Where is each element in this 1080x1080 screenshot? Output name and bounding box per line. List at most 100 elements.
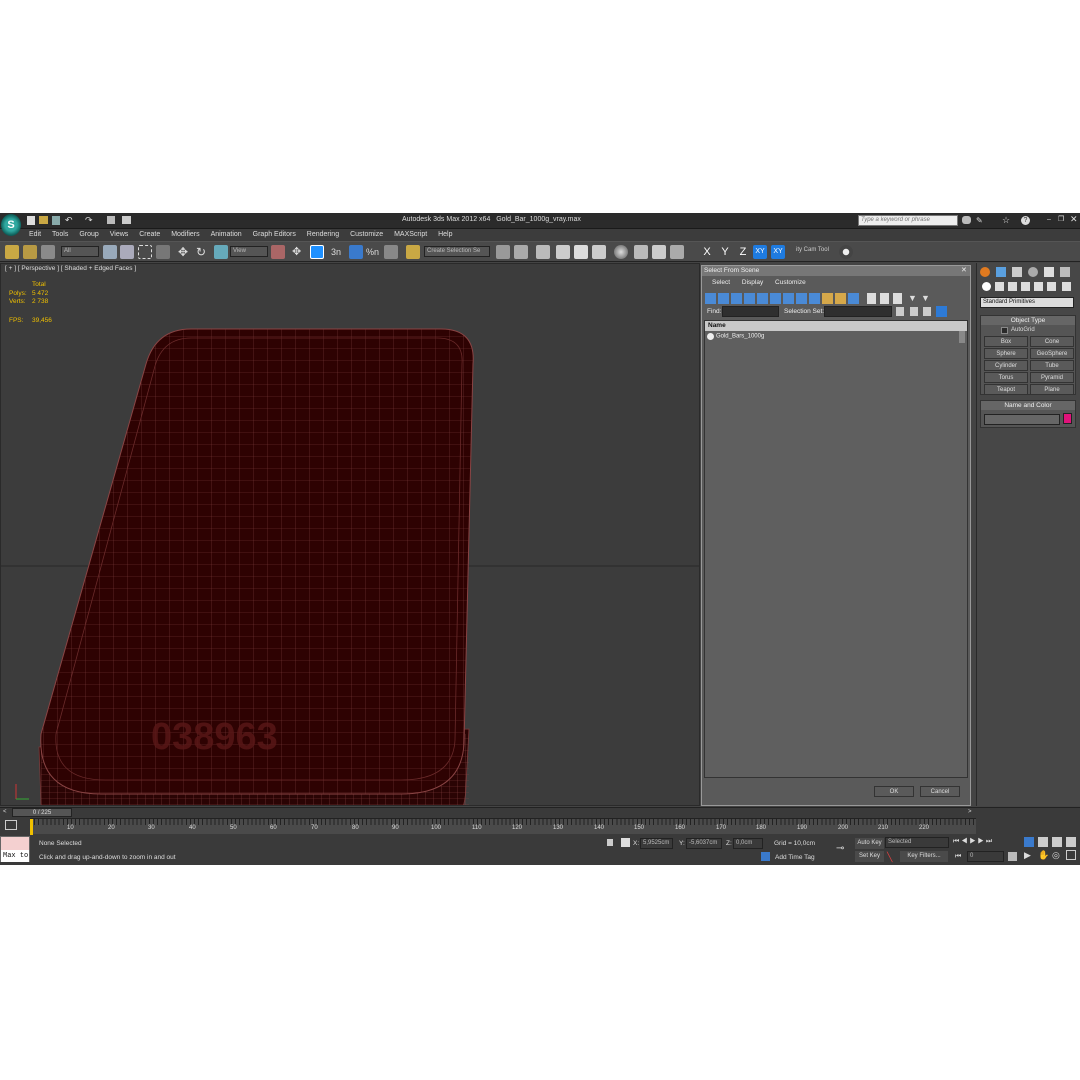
sphere-button[interactable]: Sphere xyxy=(984,348,1028,359)
graphite-ribbon-icon[interactable] xyxy=(556,245,570,259)
object-list[interactable]: Name Gold_Bars_1000g xyxy=(704,320,968,778)
object-color-swatch[interactable] xyxy=(1063,413,1072,424)
menu-maxscript[interactable]: MAXScript xyxy=(394,231,427,238)
binoculars-icon[interactable] xyxy=(962,216,971,224)
named-selection-dropdown[interactable]: Create Selection Se xyxy=(424,246,490,257)
open-file-icon[interactable] xyxy=(39,216,48,224)
display-shapes-icon[interactable] xyxy=(718,293,729,304)
add-time-tag-label[interactable]: Add Time Tag xyxy=(775,854,815,861)
display-bones-icon[interactable] xyxy=(809,293,820,304)
curve-editor-icon[interactable] xyxy=(574,245,588,259)
minimize-icon[interactable]: – xyxy=(1047,216,1051,223)
maxscript-text[interactable]: Max to xyxy=(1,850,29,862)
systems-icon[interactable] xyxy=(1062,282,1071,291)
motion-tab-icon[interactable] xyxy=(1028,267,1038,277)
time-slider-thumb[interactable]: 0 / 225 xyxy=(12,808,72,817)
menu-modifiers[interactable]: Modifiers xyxy=(171,231,199,238)
selection-filter-dropdown[interactable]: All xyxy=(61,246,99,257)
axis-xy-button[interactable]: XY xyxy=(753,245,767,259)
new-file-icon[interactable] xyxy=(27,216,35,225)
utilities-tab-icon[interactable] xyxy=(1060,267,1070,277)
close-icon[interactable]: ✕ xyxy=(1070,214,1078,225)
time-slider[interactable]: < 0 / 225 > xyxy=(0,808,976,818)
menu-edit[interactable]: Edit xyxy=(29,231,41,238)
render-production-icon[interactable] xyxy=(670,245,684,259)
key-filter-icon[interactable]: ╲ xyxy=(887,852,892,863)
workspace-icon[interactable] xyxy=(122,216,131,224)
perspective-viewport[interactable]: [ + ] [ Perspective ] [ Shaded + Edged F… xyxy=(0,263,700,806)
find-input[interactable] xyxy=(722,306,779,317)
teapot-button[interactable]: Teapot xyxy=(984,384,1028,395)
play-icon[interactable]: ▶ xyxy=(969,838,975,845)
add-time-tag-icon[interactable] xyxy=(761,852,770,861)
favorites-icon[interactable]: ☆ xyxy=(1002,215,1010,226)
axis-xy-cycle-button[interactable]: XY xyxy=(771,245,785,259)
geosphere-button[interactable]: GeoSphere xyxy=(1030,348,1074,359)
zoom-extents-all-icon[interactable] xyxy=(1066,837,1076,847)
rectangular-selection-icon[interactable] xyxy=(138,245,152,259)
go-to-start-icon[interactable]: ⏮ xyxy=(955,853,961,861)
display-spacewarps-icon[interactable] xyxy=(770,293,781,304)
display-lights-icon[interactable] xyxy=(731,293,742,304)
pyramid-button[interactable]: Pyramid xyxy=(1030,372,1074,383)
project-folder-icon[interactable] xyxy=(107,216,115,224)
save-file-icon[interactable] xyxy=(52,216,60,225)
go-to-end-icon[interactable]: ⏭ xyxy=(986,838,992,845)
select-link-icon[interactable] xyxy=(5,245,19,259)
mirror-icon[interactable] xyxy=(496,245,510,259)
menu-tools[interactable]: Tools xyxy=(52,231,68,238)
ok-button[interactable]: OK xyxy=(874,786,914,797)
geometry-icon[interactable] xyxy=(982,282,991,291)
keyboard-shortcut-override-icon[interactable] xyxy=(310,245,324,259)
menu-customize[interactable]: Customize xyxy=(350,231,383,238)
select-by-name-icon[interactable] xyxy=(120,245,134,259)
autogrid-checkbox[interactable] xyxy=(1001,327,1008,334)
scale-icon[interactable] xyxy=(214,245,228,259)
display-frozen-icon[interactable] xyxy=(835,293,846,304)
schematic-view-icon[interactable] xyxy=(592,245,606,259)
select-influences-icon[interactable] xyxy=(923,307,931,316)
search-input[interactable]: Type a keyword or phrase xyxy=(858,215,958,226)
dialog-menu-display[interactable]: Display xyxy=(742,279,763,286)
plane-button[interactable]: Plane xyxy=(1030,384,1074,395)
zoom-icon[interactable] xyxy=(1024,837,1034,847)
display-containers-icon[interactable] xyxy=(822,293,833,304)
next-frame-icon[interactable]: ▶ xyxy=(978,838,984,845)
snaps-toggle-icon[interactable]: 3n xyxy=(331,245,345,259)
move-icon[interactable]: ✥ xyxy=(178,245,192,259)
box-button[interactable]: Box xyxy=(984,336,1028,347)
display-geometry-icon[interactable] xyxy=(705,293,716,304)
time-configuration-icon[interactable] xyxy=(1008,852,1017,861)
menu-rendering[interactable]: Rendering xyxy=(307,231,339,238)
modify-tab-icon[interactable] xyxy=(996,267,1006,277)
display-helpers-icon[interactable] xyxy=(757,293,768,304)
display-invert-icon[interactable] xyxy=(893,293,902,304)
list-scrollbar[interactable] xyxy=(959,331,965,343)
hierarchy-tab-icon[interactable] xyxy=(1012,267,1022,277)
cone-button[interactable]: Cone xyxy=(1030,336,1074,347)
spinner-snap-icon[interactable] xyxy=(384,245,398,259)
go-to-start-icon[interactable]: ⏮ xyxy=(953,838,959,845)
list-item[interactable]: Gold_Bars_1000g xyxy=(707,333,764,342)
menu-group[interactable]: Group xyxy=(79,231,98,238)
cam-tool-icon[interactable] xyxy=(839,245,853,259)
z-coordinate-field[interactable]: 0,0cm xyxy=(733,838,763,849)
key-filters-button[interactable]: Key Filters... xyxy=(900,851,948,862)
case-sensitive-icon[interactable] xyxy=(936,306,947,317)
select-manipulate-icon[interactable]: ✥ xyxy=(292,245,306,259)
field-of-view-icon[interactable]: ▶ xyxy=(1024,850,1031,861)
name-and-color-header[interactable]: Name and Color xyxy=(981,401,1075,410)
redo-icon[interactable]: ↷ xyxy=(85,216,93,225)
display-all-icon[interactable] xyxy=(867,293,876,304)
object-name-input[interactable] xyxy=(984,414,1060,425)
key-mode-dropdown[interactable]: Selected xyxy=(885,837,949,848)
display-xrefs-icon[interactable] xyxy=(796,293,807,304)
percent-snap-icon[interactable]: %n xyxy=(366,245,380,259)
orbit-icon[interactable]: ◎ xyxy=(1052,850,1060,861)
axis-z-button[interactable]: Z xyxy=(736,245,750,259)
select-dependents-icon[interactable] xyxy=(896,307,904,316)
app-logo-icon[interactable]: S xyxy=(1,214,21,236)
axis-y-button[interactable]: Y xyxy=(718,245,732,259)
select-object-icon[interactable] xyxy=(103,245,117,259)
window-crossing-icon[interactable] xyxy=(156,245,170,259)
